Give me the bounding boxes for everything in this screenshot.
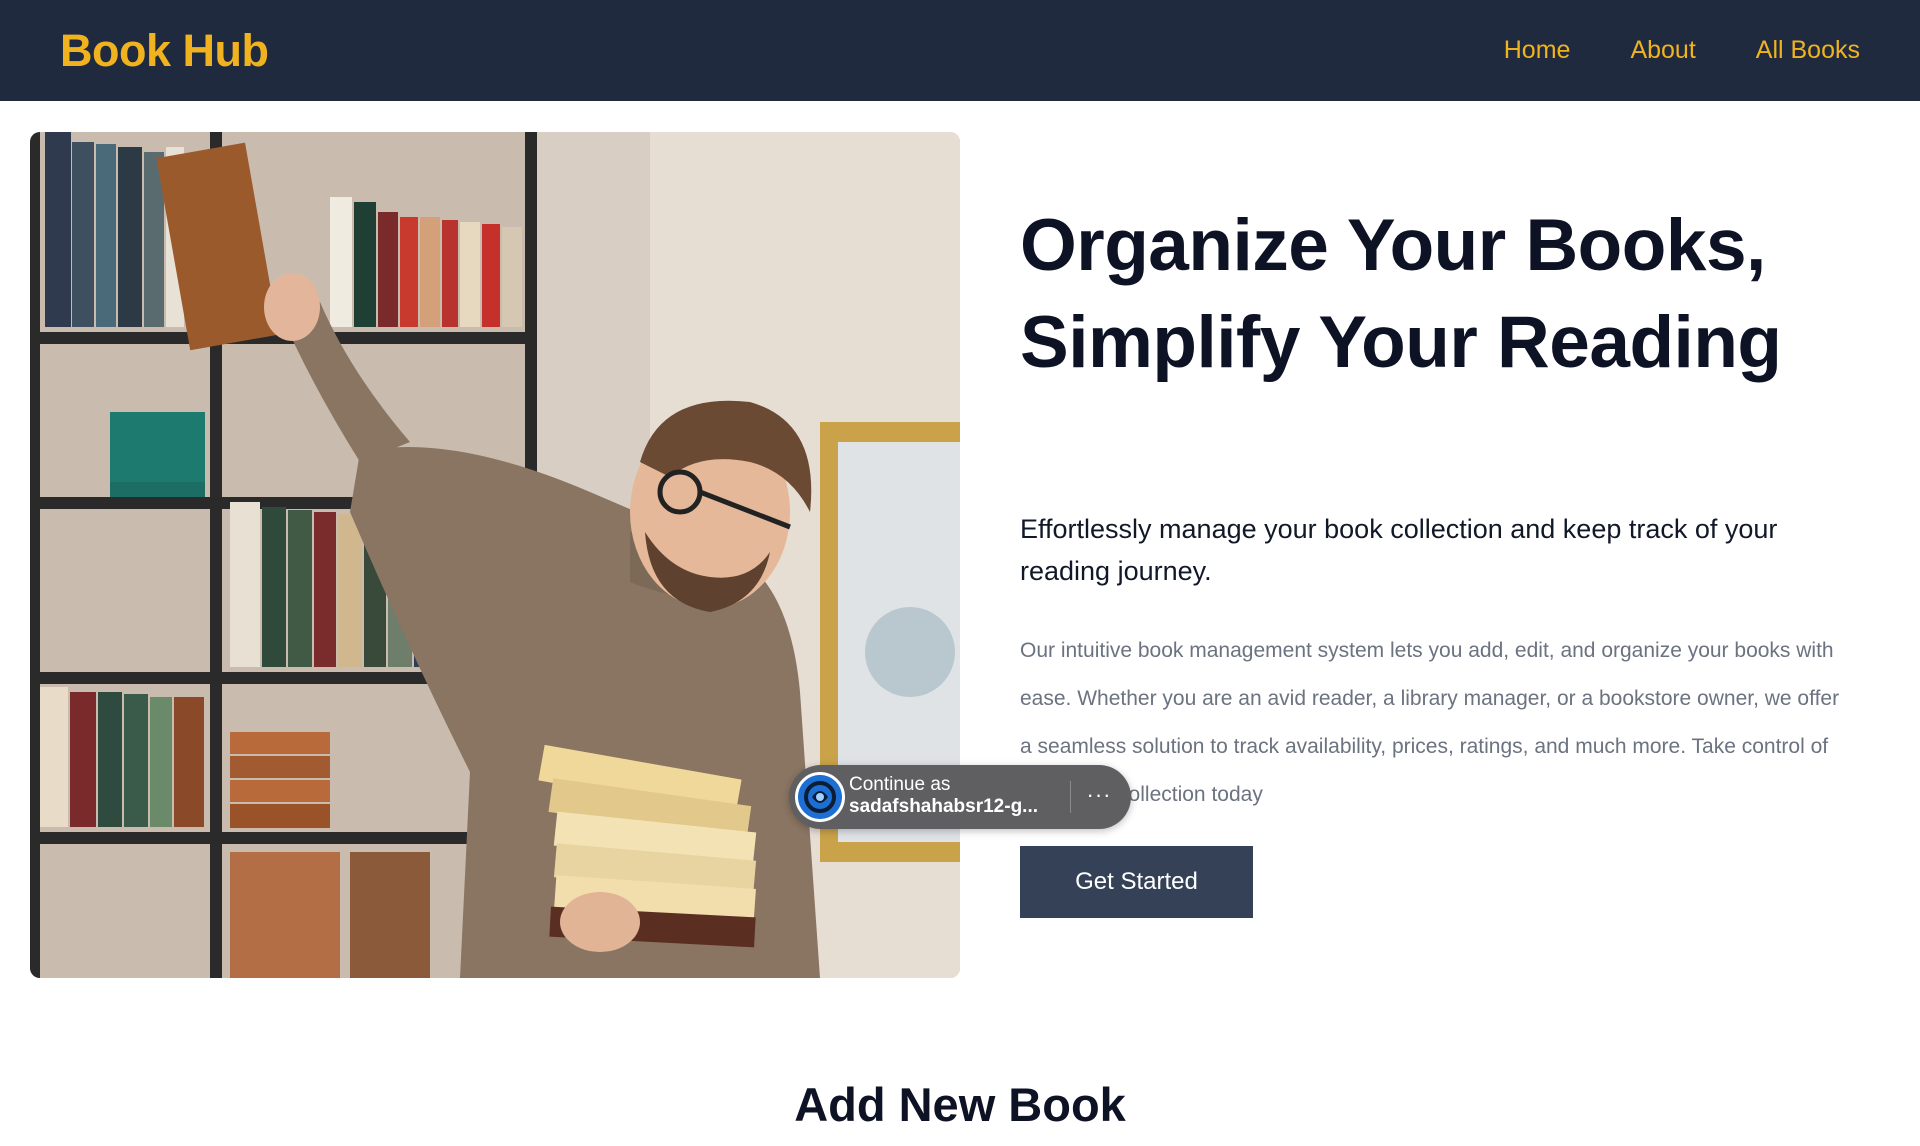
nav-links: Home About All Books <box>1504 34 1860 66</box>
continue-as-prompt[interactable]: Continue as sadafshahabsr12-g... ··· <box>789 765 1131 829</box>
hero-illustration <box>30 132 960 978</box>
hero-title: Organize Your Books, Simplify Your Readi… <box>1020 205 1782 383</box>
divider <box>1070 781 1071 813</box>
navbar: Book Hub Home About All Books <box>0 0 1920 101</box>
account-avatar-icon <box>795 772 845 822</box>
continue-as-account: sadafshahabsr12-g... <box>849 796 1039 817</box>
continue-as-label: Continue as <box>849 774 951 795</box>
add-new-book-heading: Add New Book <box>794 1078 1126 1131</box>
hero-subtitle: Effortlessly manage your book collection… <box>1020 514 1778 586</box>
more-horizontal-icon[interactable]: ··· <box>1079 779 1119 815</box>
hero-description: Our intuitive book management system let… <box>1020 639 1840 806</box>
brand-logo[interactable]: Book Hub <box>60 25 269 77</box>
hero-image <box>30 132 960 978</box>
nav-link-about[interactable]: About <box>1630 34 1695 66</box>
nav-link-home[interactable]: Home <box>1504 34 1571 66</box>
get-started-button[interactable]: Get Started <box>1020 846 1253 918</box>
nav-link-all-books[interactable]: All Books <box>1756 34 1860 66</box>
